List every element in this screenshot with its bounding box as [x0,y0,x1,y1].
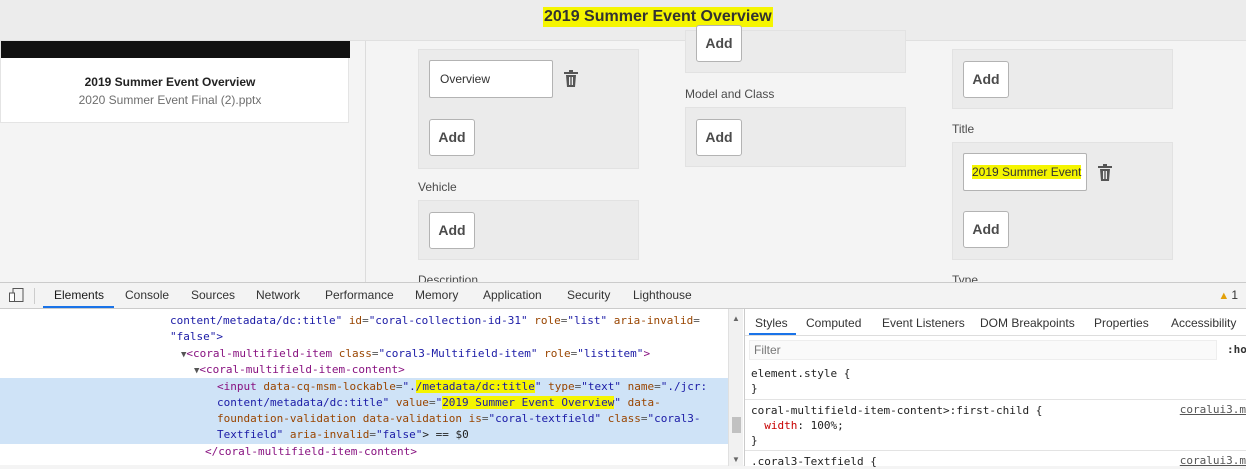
title-multifield: 2019 Summer Event Add [952,142,1173,260]
textfield-rule[interactable]: .coral3-Textfield { [751,454,877,469]
asset-properties-view: 2019 Summer Event Overview 2019 Summer E… [0,0,1246,282]
warnings-indicator[interactable]: ▲ 1 [1218,288,1238,302]
title-add-button[interactable]: Add [963,211,1009,248]
asset-card[interactable]: 2019 Summer Event Overview 2020 Summer E… [0,41,350,123]
devtools-tab-bar: Elements Console Sources Network Perform… [0,283,1246,309]
element-style-rule[interactable]: element.style { } [751,366,850,396]
tab-elements[interactable]: Elements [54,288,104,302]
dom-line-input[interactable]: Textfield" aria-invalid="false"> == $0 [217,427,469,443]
rule-divider [745,399,1246,400]
model-multifield: Add [685,107,906,167]
vehicle-multifield: Add [418,200,639,260]
overview-add-button[interactable]: Add [429,119,475,156]
model-add-button[interactable]: Add [696,119,742,156]
trash-icon[interactable] [563,70,579,88]
scrollbar-thumb[interactable] [732,417,741,433]
active-tab-indicator [43,306,114,308]
first-child-rule[interactable]: coral-multifield-item-content>:first-chi… [751,403,1042,448]
overview-field[interactable]: Overview [429,60,553,98]
stylesheet-link[interactable]: coralui3.m [1180,403,1246,416]
column2-top-multifield: Add [685,25,906,73]
tab-application[interactable]: Application [483,288,542,302]
warnings-count: 1 [1231,288,1238,302]
active-styles-tab-indicator [749,333,796,335]
dom-line-input[interactable]: foundation-validation data-validation is… [217,411,701,427]
devtools-panel: Elements Console Sources Network Perform… [0,282,1246,469]
vehicle-add-button[interactable]: Add [429,212,475,249]
page-title: 2019 Summer Event Overview [543,7,773,27]
tab-properties[interactable]: Properties [1094,316,1149,330]
tab-accessibility[interactable]: Accessibility [1171,316,1236,330]
tab-computed[interactable]: Computed [806,316,861,330]
dom-line-item-content[interactable]: ▼<coral-multifield-item-content> [194,362,405,379]
tab-performance[interactable]: Performance [325,288,394,302]
tab-sources[interactable]: Sources [191,288,235,302]
asset-name: 2019 Summer Event Overview [84,75,256,89]
tab-lighthouse[interactable]: Lighthouse [633,288,692,302]
warning-icon: ▲ [1218,290,1230,302]
tab-console[interactable]: Console [125,288,169,302]
description-label: Description [418,273,479,282]
dom-line[interactable]: content/metadata/dc:title" id="coral-col… [170,313,700,329]
type-label: Type [952,273,979,282]
device-toolbar-icon[interactable] [9,288,24,302]
panel-divider [365,41,366,282]
dom-line-input[interactable]: <input data-cq-msm-lockable="./metadata/… [217,379,707,395]
title-field-value: 2019 Summer Event [972,165,1082,179]
stylesheet-link[interactable]: coralui3.m [1180,454,1246,467]
tab-event-listeners[interactable]: Event Listeners [882,316,965,330]
dom-line-closing-tag[interactable]: </coral-multifield-item-content> [205,444,417,460]
column2-top-add-button[interactable]: Add [696,25,742,62]
styles-tab-bar: Styles Computed Event Listeners DOM Brea… [745,309,1246,336]
model-and-class-label: Model and Class [685,87,775,101]
dom-line[interactable]: "false"> [170,329,223,345]
dom-line-multifield-item[interactable]: ▼<coral-multifield-item class="coral3-Mu… [181,346,650,363]
column3-top-multifield: Add [952,49,1173,109]
dom-line-input[interactable]: content/metadata/dc:title" value="2019 S… [217,395,661,411]
asset-filename: 2020 Summer Event Final (2).pptx [78,93,262,107]
tab-network[interactable]: Network [256,288,300,302]
hov-toggle[interactable]: :hov [1227,343,1246,356]
dom-tree[interactable]: content/metadata/dc:title" id="coral-col… [0,309,728,466]
styles-pane: Styles Computed Event Listeners DOM Brea… [744,309,1246,469]
styles-filter-input[interactable]: Filter [749,340,1217,360]
rule-divider [745,450,1246,451]
tab-styles[interactable]: Styles [755,316,788,330]
asset-thumbnail [1,41,350,58]
vehicle-label: Vehicle [418,180,457,194]
tab-separator [34,288,35,304]
title-field[interactable]: 2019 Summer Event [963,153,1087,191]
overview-multifield: Overview Add [418,49,639,169]
tab-memory[interactable]: Memory [415,288,458,302]
dom-tree-scrollbar[interactable]: ▲ ▼ [728,309,743,466]
title-label: Title [952,122,975,136]
title-bar: 2019 Summer Event Overview [0,0,1246,41]
tab-security[interactable]: Security [567,288,610,302]
column3-top-add-button[interactable]: Add [963,61,1009,98]
trash-icon[interactable] [1097,164,1113,182]
tab-dom-breakpoints[interactable]: DOM Breakpoints [980,316,1075,330]
scroll-up-icon[interactable]: ▲ [732,314,740,323]
scroll-down-icon[interactable]: ▼ [732,455,740,464]
